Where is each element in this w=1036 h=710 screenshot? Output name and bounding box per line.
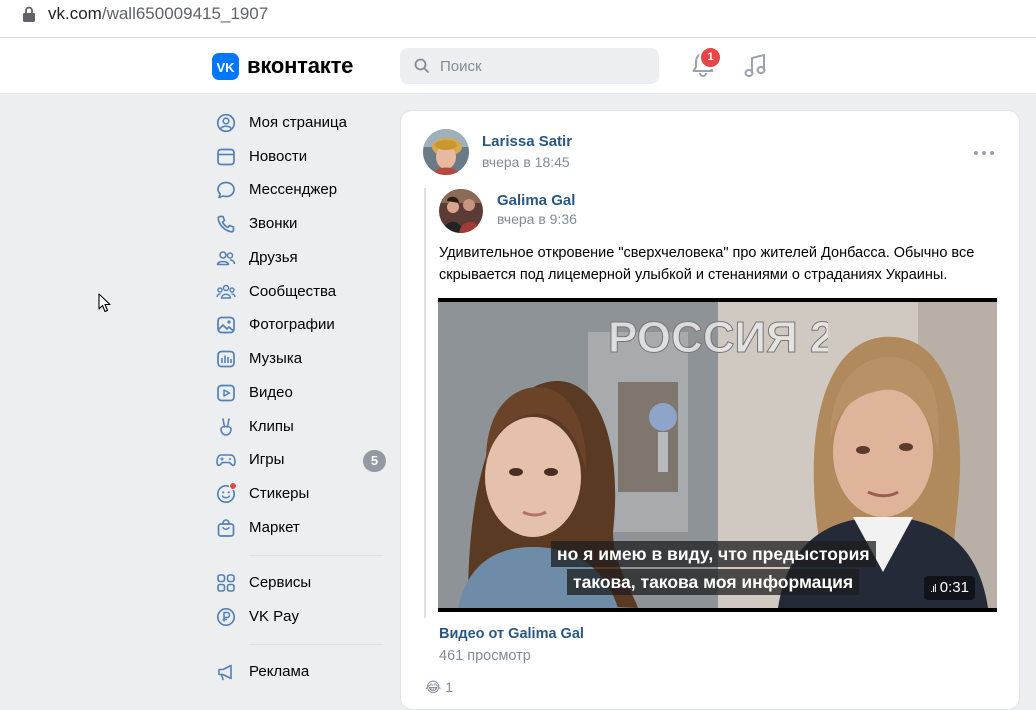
subtitle-line-2: такова, такова моя информация — [567, 569, 860, 595]
nav-label: Моя страница — [249, 114, 347, 131]
signal-bars-icon: .ıl — [930, 583, 936, 595]
nav-label: Друзья — [249, 249, 298, 266]
user-circle-icon — [216, 113, 236, 133]
gamepad-icon — [216, 454, 236, 467]
search-box[interactable] — [400, 48, 659, 84]
nav-item-my-page[interactable]: Моя страница — [212, 106, 387, 140]
repost-time[interactable]: вчера в 9:36 — [497, 211, 577, 227]
nav-divider — [249, 644, 383, 645]
url-host: vk.com — [48, 4, 102, 23]
nav-item-music[interactable]: Музыка — [212, 342, 387, 376]
url-field[interactable]: vk.com/wall650009415_1907 — [48, 4, 268, 24]
nav-label: Мессенджер — [249, 181, 338, 198]
video-duration: 0:31 — [939, 579, 969, 596]
nav-label: Звонки — [249, 215, 298, 232]
nav-label: Стикеры — [249, 485, 310, 502]
post-time[interactable]: вчера в 18:45 — [482, 154, 570, 170]
nav-divider — [249, 555, 383, 556]
browser-address-bar: vk.com/wall650009415_1907 — [0, 0, 1036, 38]
nav-item-clips[interactable]: Клипы — [212, 410, 387, 444]
vk-logo-text[interactable]: вконтакте — [247, 53, 353, 79]
clips-icon — [220, 418, 232, 436]
vkpay-icon — [216, 607, 236, 627]
nav-label: Видео — [249, 384, 293, 401]
nav-item-stickers[interactable]: Стикеры — [212, 477, 387, 511]
reactions-count: 1 — [445, 679, 454, 695]
post-text: Удивительное откровение "сверхчеловека" … — [439, 245, 975, 283]
nav-item-calls[interactable]: Звонки — [212, 207, 387, 241]
repost-line — [424, 188, 426, 618]
channel-logo-text: РОССИЯ 2.0 — [608, 313, 828, 362]
post-card: Larissa Satir вчера в 18:45 Galima Gal в… — [400, 110, 1020, 710]
vk-logo-icon[interactable]: VK — [212, 53, 239, 80]
video-duration-badge: .ıl 0:31 — [924, 576, 975, 600]
video-icon — [217, 384, 235, 402]
bag-icon — [217, 519, 235, 537]
nav-item-market[interactable]: Маркет — [212, 511, 387, 545]
reaction-emoji-icon: 😂 — [425, 679, 442, 695]
stickers-new-dot — [229, 482, 237, 490]
megaphone-icon — [218, 664, 232, 681]
nav-item-messenger[interactable]: Мессенджер — [212, 173, 387, 207]
communities-icon — [216, 284, 236, 299]
nav-item-games[interactable]: Игры 5 — [212, 443, 387, 477]
more-options-icon[interactable] — [973, 149, 995, 157]
nav-item-vkpay[interactable]: VK Pay — [212, 600, 387, 634]
phone-icon — [217, 215, 235, 233]
subtitle-line-1: но я имею в виду, что предыстория — [551, 541, 876, 567]
video-player[interactable]: РОССИЯ 2.0 но я имею в виду, что предыст… — [438, 298, 997, 612]
notification-badge: 1 — [699, 46, 722, 69]
nav-item-friends[interactable]: Друзья — [212, 241, 387, 275]
nav-label: VK Pay — [249, 608, 300, 625]
nav-label: Клипы — [249, 418, 294, 435]
games-count-badge: 5 — [363, 450, 386, 472]
nav-label: Фотографии — [249, 316, 335, 333]
friends-icon — [216, 251, 236, 266]
nav-item-photos[interactable]: Фотографии — [212, 308, 387, 342]
nav-label: Сообщества — [249, 283, 337, 300]
photo-icon — [217, 316, 235, 334]
post-author-name[interactable]: Larissa Satir — [482, 133, 572, 150]
nav-item-services[interactable]: Сервисы — [212, 566, 387, 600]
message-icon — [217, 181, 235, 199]
author-avatar[interactable] — [423, 129, 469, 175]
nav-label: Игры — [249, 451, 285, 468]
repost-author-name[interactable]: Galima Gal — [497, 192, 575, 209]
url-path: /wall650009415_1907 — [101, 4, 269, 23]
nav-item-ads[interactable]: Реклама — [212, 655, 387, 689]
nav-label: Сервисы — [249, 574, 312, 591]
nav-label: Новости — [249, 148, 308, 165]
newsfeed-icon — [217, 148, 235, 166]
mouse-cursor-icon — [98, 293, 111, 313]
services-icon — [217, 574, 235, 592]
search-input[interactable] — [436, 48, 654, 84]
lock-icon — [23, 6, 35, 22]
nav-label: Музыка — [249, 350, 303, 367]
nav-item-communities[interactable]: Сообщества — [212, 275, 387, 309]
repost-author-avatar[interactable] — [439, 189, 483, 233]
video-views: 461 просмотр — [439, 648, 531, 664]
nav-item-news[interactable]: Новости — [212, 140, 387, 174]
video-title-link[interactable]: Видео от Galima Gal — [439, 626, 584, 642]
svg-text:VK: VK — [217, 60, 236, 75]
vk-header: VK вконтакте 1 — [0, 38, 1036, 94]
nav-label: Маркет — [249, 519, 300, 536]
search-icon — [414, 58, 429, 73]
music-icon — [217, 350, 235, 368]
nav-label: Реклама — [249, 663, 310, 680]
channel-logo: РОССИЯ 2.0 — [608, 313, 828, 363]
music-icon[interactable] — [744, 52, 768, 80]
nav-item-video[interactable]: Видео — [212, 376, 387, 410]
